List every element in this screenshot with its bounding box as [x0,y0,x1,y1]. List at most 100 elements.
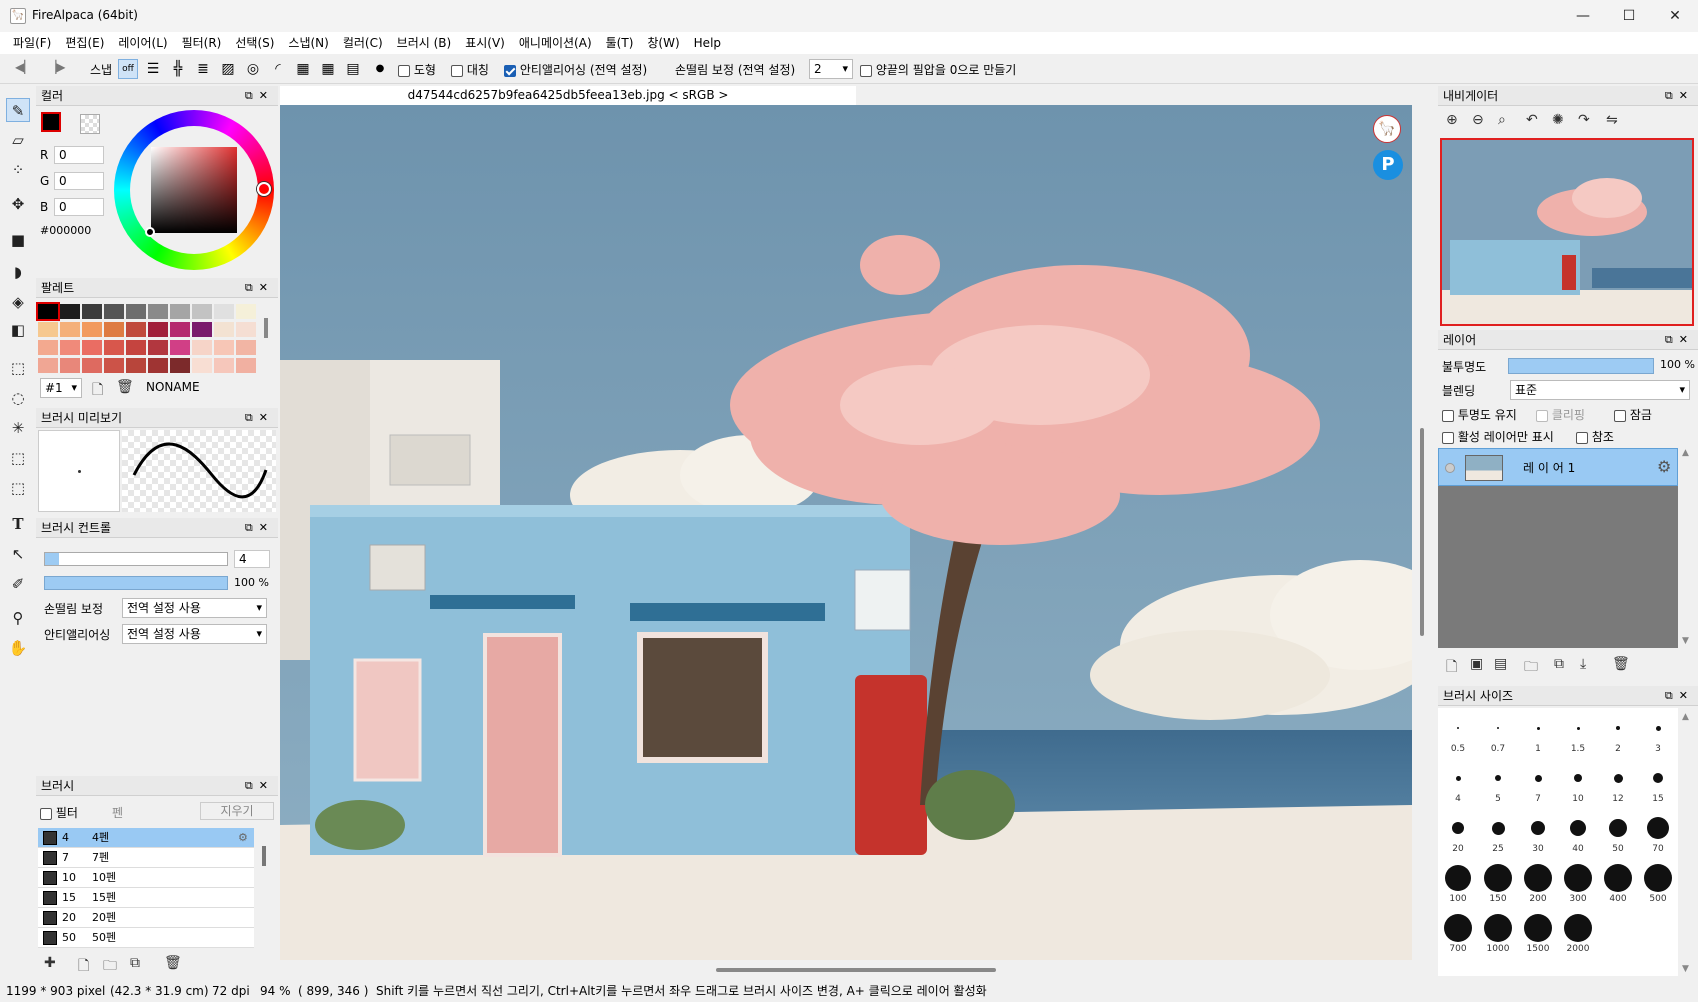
palette-swatch[interactable] [214,322,234,337]
brush-size-cell[interactable]: 5 [1478,758,1518,806]
delete-layer-icon[interactable]: 🗑 [1612,656,1630,672]
rotate-reset-icon[interactable]: ✺ [1552,112,1564,128]
palette-swatch[interactable] [82,340,102,355]
palette-select[interactable]: #1 [40,378,82,398]
hand-tool-icon[interactable]: ✋ [6,636,30,660]
brush-item[interactable]: 15 15펜 [38,888,254,908]
snap-grid-icon[interactable]: ▦ [318,59,338,79]
brush-category-input[interactable]: 펜 [112,804,198,821]
brush-item[interactable]: 4 4펜 ⚙ [38,828,254,848]
palette-swatch[interactable] [236,322,256,337]
palette-swatch[interactable] [214,304,234,319]
brush-size-cell[interactable]: 40 [1558,808,1598,856]
lock-option[interactable]: 잠금 [1614,406,1652,423]
palette-swatch[interactable] [236,358,256,373]
palette-swatch[interactable] [126,322,146,337]
palette-swatch[interactable] [170,358,190,373]
new-layer-icon[interactable]: 🗋 [1446,656,1457,680]
brush-size-cell[interactable]: 15 [1638,758,1678,806]
size-scroll-down-icon[interactable]: ▼ [1682,964,1689,974]
snap-vanish-icon[interactable]: ≣ [193,59,213,79]
brush-size-cell[interactable]: 2 [1598,708,1638,756]
keep-opacity-option[interactable]: 투명도 유지 [1442,406,1517,423]
duplicate-layer-icon[interactable]: ⧉ [1554,656,1564,672]
brush-antialias-select[interactable]: 전역 설정 사용 [122,624,267,644]
antialias-checkbox[interactable] [504,64,516,77]
brush-size-cell[interactable]: 1 [1518,708,1558,756]
palette-swatch[interactable] [236,340,256,355]
brush-size-cell[interactable]: 0.7 [1478,708,1518,756]
canvas-hscrollbar[interactable] [716,968,996,972]
brush-size-cell[interactable]: 12 [1598,758,1638,806]
menu-snap[interactable]: 스냅(N) [281,32,335,54]
select-eraser-tool-icon[interactable]: ⬚ [6,476,30,500]
snap-dot-icon[interactable]: ● [370,59,390,79]
brush-tool-icon[interactable]: ✎ [6,98,30,122]
brush-size-cell[interactable]: 300 [1558,858,1598,906]
palette-swatch[interactable] [82,322,102,337]
palette-swatch[interactable] [170,304,190,319]
gear-icon[interactable]: ⚙ [238,828,248,848]
brush-item[interactable]: 7 7펜 [38,848,254,868]
duplicate-brush-icon[interactable]: ⧉ [130,955,140,971]
document-tab[interactable]: d47544cd6257b9fea6425db5feea13eb.jpg < s… [280,86,856,105]
prev-icon[interactable]: ◀▏ [14,59,34,79]
rotate-left-icon[interactable]: ↶ [1526,112,1538,128]
active-only-option[interactable]: 활성 레이어만 표시 [1442,428,1554,445]
merge-down-icon[interactable]: ⤓ [1580,656,1586,672]
brush-filter-option[interactable]: 필터 [40,804,78,821]
antialias-option[interactable]: 안티앨리어싱 (전역 설정) [504,61,647,78]
layer-opacity-slider[interactable] [1508,358,1654,374]
keep-opacity-checkbox[interactable] [1442,409,1454,422]
zoom-fit-icon[interactable]: ⌕ [1498,112,1506,128]
gear-icon[interactable]: ⚙ [1657,457,1671,476]
stabilizer-select[interactable]: 2 [809,59,853,79]
palette-swatch[interactable] [148,358,168,373]
menu-file[interactable]: 파일(F) [6,32,58,54]
menu-color[interactable]: 컬러(C) [336,32,390,54]
palette-swatch[interactable] [104,340,124,355]
brush-size-cell[interactable]: 4 [1438,758,1478,806]
symmetry-option[interactable]: 대칭 [451,61,489,78]
folder-icon[interactable]: 🗀 [103,955,117,979]
active-only-checkbox[interactable] [1442,431,1454,444]
snap-diagonal-icon[interactable]: ▨ [218,59,238,79]
panel-buttons[interactable]: ⧉✕ [1665,86,1694,106]
b-input[interactable]: 0 [54,198,104,216]
brush-size-cell[interactable]: 25 [1478,808,1518,856]
layer-scroll-down-icon[interactable]: ▼ [1682,636,1689,646]
snap-3d-icon[interactable]: ▦ [293,59,313,79]
snap-off-button[interactable]: off [118,59,138,79]
brush-size-cell[interactable]: 2000 [1558,908,1598,956]
eyedropper-tool-icon[interactable]: ⚲ [6,606,30,630]
menu-edit[interactable]: 편집(E) [58,32,111,54]
brush-size-cell[interactable]: 20 [1438,808,1478,856]
layer-folder-icon[interactable]: 🗀 [1524,656,1538,680]
brush-size-cell[interactable]: 1500 [1518,908,1558,956]
brush-size-cell[interactable]: 3 [1638,708,1678,756]
palette-swatch[interactable] [170,340,190,355]
palette-swatch[interactable] [104,322,124,337]
palette-swatch[interactable] [148,340,168,355]
rotate-right-icon[interactable]: ↷ [1578,112,1590,128]
snap-parallel-icon[interactable]: ☰ [143,59,163,79]
select-tool-icon[interactable]: ⬚ [6,356,30,380]
palette-swatch[interactable] [38,340,58,355]
flip-icon[interactable]: ⇋ [1606,112,1618,128]
panel-buttons[interactable]: ⧉✕ [245,518,274,538]
brush-size-cell[interactable]: 200 [1518,858,1558,906]
sv-cursor[interactable] [145,227,155,237]
menu-window[interactable]: 창(W) [640,32,686,54]
palette-swatch[interactable] [214,340,234,355]
layer-scroll-up-icon[interactable]: ▲ [1682,448,1689,458]
snap-perspective-icon[interactable]: ▤ [343,59,363,79]
snap-cross-icon[interactable]: ╬ [168,59,188,79]
palette-swatch[interactable] [236,304,256,319]
brush-size-cell[interactable]: 70 [1638,808,1678,856]
menu-brush[interactable]: 브러시 (B) [390,32,459,54]
palette-swatch[interactable] [192,304,212,319]
shape-fill-tool-icon[interactable]: ◗ [6,260,30,284]
brush-stabilizer-select[interactable]: 전역 설정 사용 [122,598,267,618]
lock-checkbox[interactable] [1614,409,1626,422]
brush-size-cell[interactable]: 100 [1438,858,1478,906]
